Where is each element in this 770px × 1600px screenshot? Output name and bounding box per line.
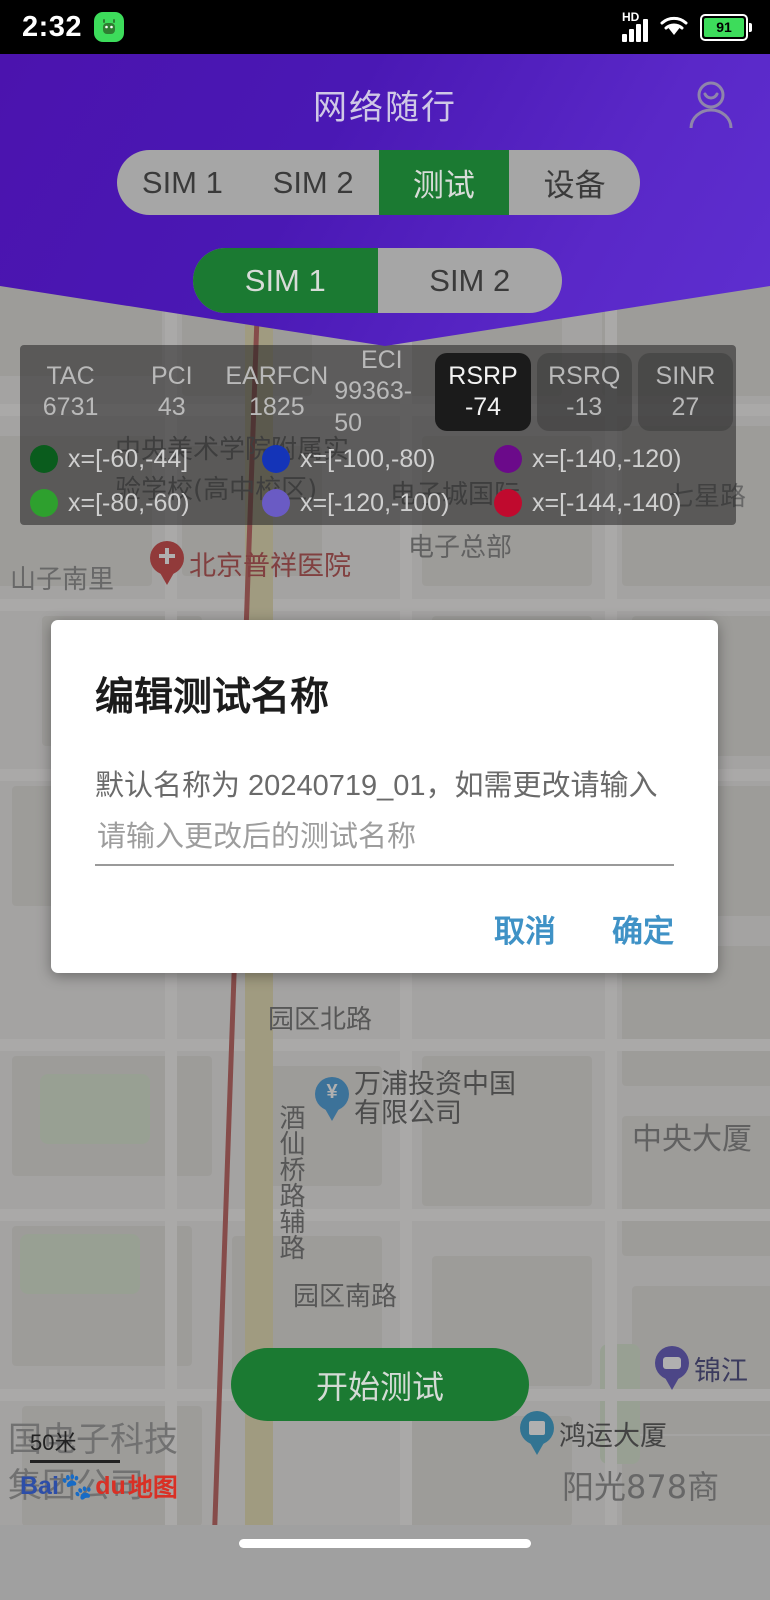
dialog-input-wrap: [95, 810, 674, 866]
dialog-actions: 取消 确定: [494, 906, 674, 951]
confirm-button[interactable]: 确定: [612, 906, 674, 951]
dialog-title: 编辑测试名称: [95, 676, 330, 719]
edit-test-name-dialog: 编辑测试名称 默认名称为 20240719_01，如需更改请输入 取消 确定: [51, 620, 718, 973]
app-root: 山子南里 中央美术学院附属实 验学校(高中校区) 电子城国际 电子总部 七星路 …: [0, 0, 770, 1600]
cancel-button[interactable]: 取消: [494, 906, 556, 951]
test-name-input[interactable]: [95, 810, 674, 866]
dialog-message: 默认名称为 20240719_01，如需更改请输入: [95, 770, 658, 802]
